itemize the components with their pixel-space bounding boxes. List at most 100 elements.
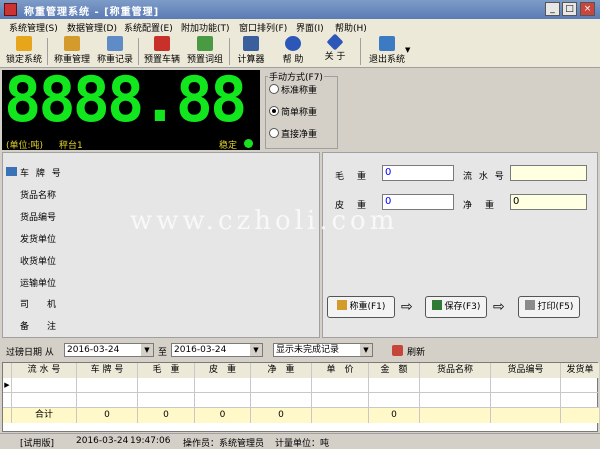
table-cell[interactable] [369, 378, 420, 393]
save-icon [431, 300, 442, 310]
table-cell[interactable] [420, 378, 491, 393]
column-header[interactable]: 金 额 [369, 363, 420, 378]
filter-bar: 过磅日期 从 2016-03-24 ▼ 至 2016-03-24 ▼ 显示未完成… [0, 340, 600, 360]
print-button[interactable]: 打印(F5) [518, 296, 580, 318]
table-cell[interactable] [491, 378, 561, 393]
menu-data[interactable]: 数据管理(D) [67, 21, 117, 34]
table-cell[interactable] [12, 393, 77, 408]
driver-label: 司 机 [20, 300, 57, 310]
chevron-down-icon: ▼ [141, 344, 153, 356]
exit-icon [379, 36, 395, 51]
date-to-select[interactable]: 2016-03-24 ▼ [171, 343, 263, 357]
stable-led-icon [244, 139, 253, 148]
mode-option-label: 直接净重 [281, 130, 318, 140]
mode-simple-radio[interactable]: 简单称重 [269, 105, 317, 119]
chevron-down-icon: ▼ [360, 344, 372, 356]
menu-config[interactable]: 系统配置(E) [124, 21, 173, 34]
scale-icon [64, 36, 80, 51]
tare-weight-label: 皮 重 [335, 201, 369, 211]
table-cell[interactable] [312, 393, 369, 408]
table-cell[interactable] [195, 378, 251, 393]
stability-status: 稳定 [219, 141, 238, 151]
save-button-label: 保存(F3) [444, 302, 481, 312]
truck-icon [6, 167, 17, 176]
records-grid[interactable]: 流 水 号 车 牌 号 毛 重 皮 重 净 重 单 价 金 额 货品名称 货品编… [2, 362, 599, 432]
row-indicator-cell [3, 363, 12, 378]
menu-help[interactable]: 帮助(H) [335, 21, 367, 34]
total-cell [491, 408, 561, 423]
column-header[interactable]: 流 水 号 [12, 363, 77, 378]
table-cell[interactable] [138, 378, 195, 393]
column-header[interactable]: 车 牌 号 [77, 363, 138, 378]
menu-interface[interactable]: 界面(I) [296, 21, 324, 34]
gross-weight-label: 毛 重 [335, 172, 369, 182]
record-view-value: 显示未完成记录 [276, 345, 340, 355]
table-cell[interactable] [138, 393, 195, 408]
total-cell: 0 [251, 408, 312, 423]
column-header[interactable]: 毛 重 [138, 363, 195, 378]
table-row[interactable] [3, 393, 599, 408]
table-cell[interactable] [369, 393, 420, 408]
table-cell[interactable] [251, 393, 312, 408]
receiver-label: 收货单位 [20, 257, 57, 267]
weigh-button[interactable]: 称重(F1) [327, 296, 395, 318]
column-header[interactable]: 单 价 [312, 363, 369, 378]
column-header[interactable]: 发货单 [561, 363, 599, 378]
phrase-icon [197, 36, 213, 51]
help-button[interactable]: 帮 助 [276, 36, 310, 67]
menu-system[interactable]: 系统管理(S) [9, 21, 58, 34]
display-footer: (单位:吨) 秤台1 稳定 [2, 136, 260, 151]
save-button[interactable]: 保存(F3) [425, 296, 487, 318]
menu-window[interactable]: 窗口排列(F) [239, 21, 287, 34]
date-from-select[interactable]: 2016-03-24 ▼ [64, 343, 154, 357]
column-header[interactable]: 货品名称 [420, 363, 491, 378]
toolbar-separator [229, 38, 230, 65]
weight-display: 8888.88 (单位:吨) 秤台1 稳定 [2, 66, 260, 151]
menu-extras[interactable]: 附加功能(T) [181, 21, 230, 34]
mode-option-label: 简单称重 [281, 108, 318, 118]
minimize-button[interactable]: _ [545, 2, 560, 16]
table-row[interactable]: ▶ [3, 378, 599, 393]
table-cell[interactable] [561, 393, 599, 408]
total-cell: 0 [77, 408, 138, 423]
table-cell[interactable] [420, 393, 491, 408]
edition-status: [试用版] [20, 439, 55, 449]
row-indicator-cell [3, 408, 12, 423]
net-weight-field[interactable]: 0 [510, 194, 587, 210]
operator-status: 操作员：系统管理员 [183, 439, 265, 449]
table-cell[interactable] [77, 378, 138, 393]
radio-icon [269, 84, 279, 94]
maximize-button[interactable]: □ [562, 2, 577, 16]
total-cell [420, 408, 491, 423]
column-header[interactable]: 净 重 [251, 363, 312, 378]
calculator-icon [243, 36, 259, 51]
table-cell[interactable] [12, 378, 77, 393]
column-header[interactable]: 货品编号 [491, 363, 561, 378]
mode-standard-radio[interactable]: 标准称重 [269, 83, 317, 97]
info-icon [326, 33, 344, 51]
tare-weight-field[interactable]: 0 [382, 194, 454, 210]
table-cell[interactable] [195, 393, 251, 408]
mode-net-radio[interactable]: 直接净重 [269, 127, 317, 141]
chevron-down-icon: ▼ [250, 344, 262, 356]
date-to-value: 2016-03-24 [174, 345, 227, 355]
serial-number-field[interactable] [510, 165, 587, 181]
record-view-select[interactable]: 显示未完成记录 ▼ [273, 343, 373, 357]
table-cell[interactable] [251, 378, 312, 393]
total-cell [561, 408, 599, 423]
table-cell[interactable] [312, 378, 369, 393]
window-title: 称重管理系统 - [称重管理] [24, 7, 160, 18]
table-cell[interactable] [491, 393, 561, 408]
table-cell[interactable] [561, 378, 599, 393]
exit-system-button[interactable]: 退出系统 [364, 36, 410, 67]
total-label: 合计 [12, 408, 77, 423]
close-button[interactable]: × [580, 2, 595, 16]
gross-weight-field[interactable]: 0 [382, 165, 454, 181]
about-button[interactable]: 关 于 [318, 33, 352, 67]
exit-system-label: 退出系统 [368, 55, 405, 65]
manual-mode-group: 手动方式(F7) 标准称重 简单称重 直接净重 [265, 70, 338, 149]
column-header[interactable]: 皮 重 [195, 363, 251, 378]
chevron-down-icon[interactable]: ▼ [405, 46, 410, 54]
unit-label: (单位:吨) [6, 141, 44, 151]
table-cell[interactable] [77, 393, 138, 408]
